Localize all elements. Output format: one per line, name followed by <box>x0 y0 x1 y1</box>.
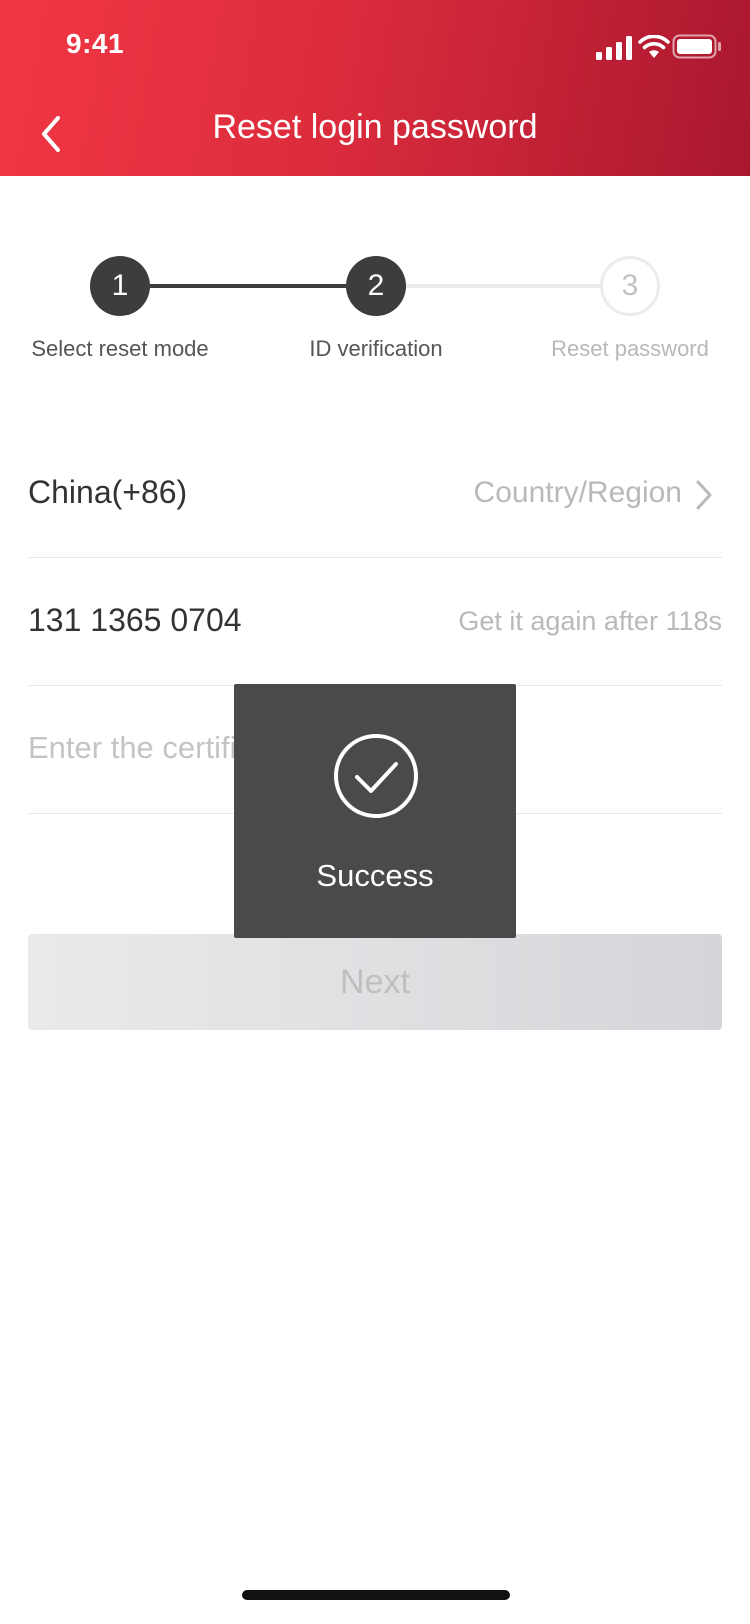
country-region-row[interactable]: China(+86) Country/Region <box>28 430 722 558</box>
country-region-label: Country/Region <box>473 476 682 509</box>
battery-icon <box>672 34 721 59</box>
step-1-circle: 1 <box>90 256 150 316</box>
success-toast: Success <box>234 684 516 938</box>
wifi-icon <box>638 35 670 58</box>
home-indicator[interactable] <box>242 1590 510 1600</box>
resend-countdown[interactable]: Get it again after 118s <box>458 606 722 637</box>
country-value: China(+86) <box>28 474 188 510</box>
phone-row: 131 1365 0704 Get it again after 118s <box>28 558 722 686</box>
next-button[interactable]: Next <box>28 934 722 1030</box>
toast-message: Success <box>316 858 434 893</box>
page-title: Reset login password <box>212 108 538 146</box>
signal-icon <box>596 36 632 60</box>
status-time: 9:41 <box>66 28 125 59</box>
step-2-label: ID verification <box>309 336 443 361</box>
progress-stepper: 1 2 3 Select reset mode ID verification … <box>0 176 750 396</box>
app-header: 9:41 Reset login password <box>0 0 750 176</box>
step-3-label: Reset password <box>551 336 709 361</box>
step-connector-2 <box>404 284 604 288</box>
phone-number-field[interactable]: 131 1365 0704 <box>28 602 242 639</box>
step-connector-1 <box>148 284 348 288</box>
check-circle-icon <box>334 734 418 818</box>
step-1-label: Select reset mode <box>31 336 209 361</box>
chevron-right-icon <box>696 480 712 510</box>
step-3-circle: 3 <box>600 256 660 316</box>
step-2-circle: 2 <box>346 256 406 316</box>
